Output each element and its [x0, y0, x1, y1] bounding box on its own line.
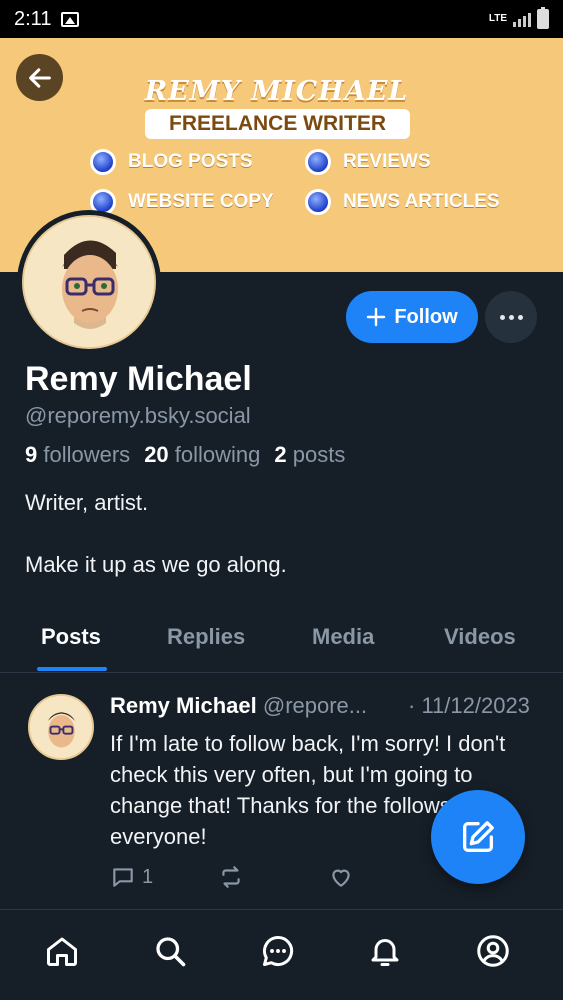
- bullet-dot-icon: [305, 189, 331, 215]
- repost-icon: [222, 866, 240, 888]
- tab-videos[interactable]: Videos: [444, 624, 516, 650]
- like-button[interactable]: [328, 864, 354, 890]
- bullet-dot-icon: [305, 149, 331, 175]
- bullet-dot-icon: [90, 149, 116, 175]
- follow-label: Follow: [394, 305, 458, 328]
- bell-icon: [371, 939, 399, 966]
- tab-posts[interactable]: Posts: [41, 624, 101, 650]
- profile-tabs: Posts Replies Media Videos: [0, 610, 563, 673]
- banner-bullet: REVIEWS: [305, 149, 431, 175]
- banner-bullet: NEWS ARTICLES: [305, 189, 500, 215]
- banner-tagline: FREELANCE WRITER: [145, 109, 410, 139]
- profile-avatar[interactable]: [17, 210, 161, 354]
- post-header: Remy Michael @repore... · 11/12/2023: [110, 693, 550, 719]
- image-notification-icon: [61, 11, 80, 27]
- profile-stats: 9 followers 20 following 2 posts: [25, 442, 345, 468]
- nav-chat[interactable]: [258, 931, 298, 971]
- reply-count: 1: [142, 865, 154, 888]
- comment-icon: [113, 868, 133, 887]
- search-icon: [156, 937, 186, 967]
- banner-bullet: WEBSITE COPY: [90, 189, 274, 215]
- profile-display-name: Remy Michael: [25, 360, 252, 398]
- avatar-illustration: [30, 696, 92, 758]
- active-tab-indicator: [37, 667, 107, 671]
- nav-search[interactable]: [150, 931, 190, 971]
- reply-button[interactable]: 1: [110, 864, 153, 890]
- follow-button[interactable]: Follow: [346, 291, 478, 343]
- more-options-button[interactable]: [485, 291, 537, 343]
- banner-bullet: BLOG POSTS: [90, 149, 253, 175]
- compose-icon: [463, 821, 494, 852]
- post-author-name[interactable]: Remy Michael: [110, 693, 257, 718]
- posts-count: 2 posts: [274, 442, 346, 467]
- profile-handle: @reporemy.bsky.social: [25, 403, 251, 428]
- battery-icon: [537, 7, 549, 29]
- tab-media[interactable]: Media: [312, 624, 374, 650]
- signal-icon: [513, 11, 531, 27]
- followers-link[interactable]: 9 followers: [25, 442, 130, 468]
- nav-profile[interactable]: [473, 931, 513, 971]
- plus-icon: [367, 307, 386, 327]
- bio-line: Writer, artist.: [25, 490, 149, 515]
- nav-home[interactable]: [42, 931, 82, 971]
- chat-icon: [263, 935, 294, 966]
- post-author-handle[interactable]: @repore...: [263, 693, 367, 718]
- bottom-nav: [0, 911, 563, 1000]
- status-time: 2:11: [14, 7, 52, 30]
- bio-line: Make it up as we go along.: [25, 552, 287, 577]
- compose-button[interactable]: [431, 790, 525, 884]
- arrow-left-icon: [28, 67, 51, 88]
- banner-name: REMY MICHAEL: [144, 76, 409, 107]
- repost-button[interactable]: [218, 864, 244, 890]
- network-label: LTE: [488, 13, 507, 24]
- tab-replies[interactable]: Replies: [167, 624, 245, 650]
- home-icon: [47, 937, 77, 966]
- post-author-avatar[interactable]: [28, 694, 94, 760]
- back-button[interactable]: [16, 54, 63, 101]
- post-date[interactable]: · 11/12/2023: [408, 693, 530, 719]
- status-bar: 2:11 LTE: [0, 0, 563, 38]
- avatar-illustration: [24, 217, 154, 347]
- ellipsis-icon: [499, 314, 505, 320]
- nav-notifications[interactable]: [365, 931, 405, 971]
- heart-icon: [332, 869, 350, 887]
- following-link[interactable]: 20 following: [144, 442, 260, 468]
- profile-icon: [477, 935, 509, 967]
